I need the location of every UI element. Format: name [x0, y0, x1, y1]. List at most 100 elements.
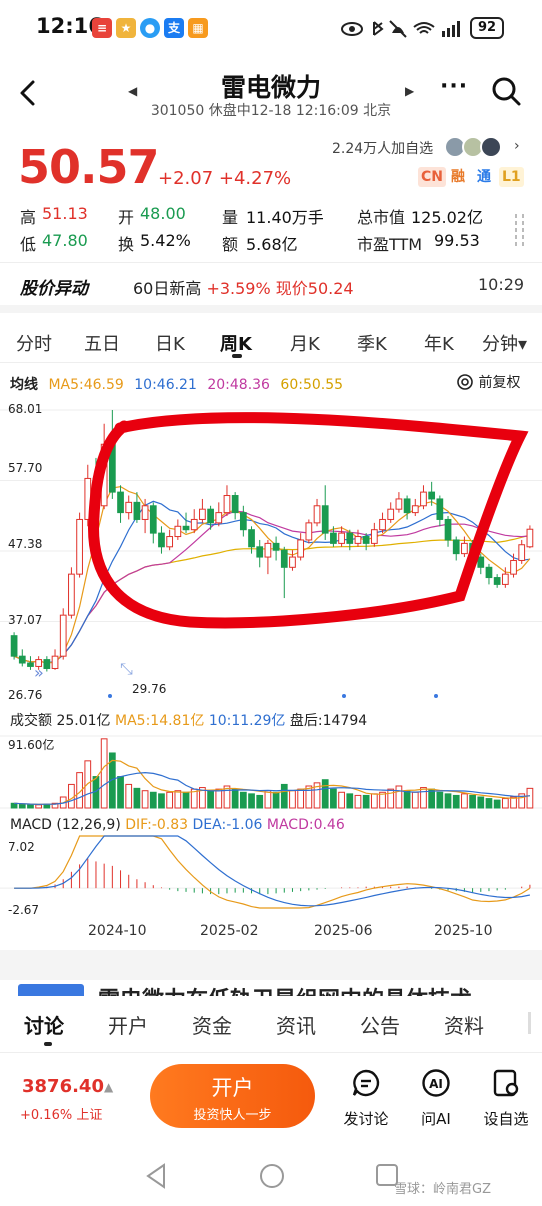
volume-bar	[141, 790, 149, 809]
stat-label: 量	[222, 208, 239, 227]
app-notification-icon: ★	[116, 18, 136, 38]
candle-body	[51, 655, 59, 669]
post-discussion-button[interactable]: 发讨论	[334, 1068, 398, 1129]
x-axis-date: 2025-06	[314, 923, 373, 939]
ma-legend[interactable]: 均线 MA5:46.59 10:46.21 20:48.36 60:50.55	[10, 374, 349, 394]
tab-weekly-k[interactable]: 周K	[220, 330, 252, 356]
candle-body	[280, 549, 288, 568]
volume-bar	[428, 788, 436, 809]
candle-body	[141, 505, 149, 520]
volume-bar	[354, 794, 362, 809]
volume-bar	[321, 779, 329, 809]
ask-ai-button[interactable]: AI 问AI	[404, 1068, 468, 1129]
candle-body	[346, 532, 354, 544]
x-axis-date: 2025-02	[200, 923, 259, 939]
expand-icon: ⤡	[120, 659, 133, 678]
candle-body	[149, 505, 157, 534]
tab-daily-k[interactable]: 日K	[155, 330, 185, 356]
candle-body	[452, 539, 460, 555]
volume-bar	[18, 803, 26, 809]
candle-body	[264, 542, 272, 558]
candle-body	[444, 518, 452, 541]
tag-cn: CN	[418, 167, 446, 187]
tab-five-day[interactable]: 五日	[84, 330, 120, 356]
volume-bar	[411, 791, 419, 809]
candle-body	[436, 498, 444, 520]
macd-dea-line	[14, 835, 531, 907]
volume-bar	[420, 787, 427, 809]
tab-capital[interactable]: 资金	[192, 1010, 232, 1039]
tab-minute-dropdown[interactable]: 分钟▾	[482, 330, 527, 356]
watermark: 雪球：岭南君GZ	[394, 1182, 491, 1197]
volume-ma5: MA5:14.81亿	[115, 713, 205, 729]
stat-open-value: 48.00	[140, 204, 186, 223]
volume-bar	[149, 791, 157, 809]
open-account-button[interactable]: 开户 投资快人一步	[150, 1064, 315, 1128]
candle-body	[411, 505, 419, 514]
volume-bar	[477, 796, 485, 809]
volume-bar	[403, 790, 411, 809]
price-axis-label: 68.01	[8, 402, 43, 416]
index-value[interactable]: 3876.40	[22, 1076, 104, 1097]
kline-chart[interactable]: » ⤡	[0, 396, 542, 916]
candle-body	[215, 512, 223, 524]
more-options-icon[interactable]: ···	[440, 74, 468, 99]
active-tab-indicator	[232, 354, 242, 358]
alert-text-prefix: 60日新高	[133, 279, 207, 298]
nav-back-icon[interactable]	[144, 1162, 168, 1190]
ma10-value: 10:46.21	[134, 377, 197, 393]
macd-title: MACD	[10, 817, 52, 833]
macd-legend: MACD (12,26,9) DIF:-0.83 DEA:-1.06 MACD:…	[10, 817, 345, 833]
marker-dot	[108, 694, 112, 698]
tab-yearly-k[interactable]: 年K	[424, 330, 454, 356]
macd-params: (12,26,9)	[56, 817, 121, 833]
ma20-value: 20:48.36	[207, 377, 270, 393]
tab-open-account[interactable]: 开户	[108, 1010, 148, 1039]
svg-text:AI: AI	[429, 1077, 443, 1091]
candle-body	[428, 491, 436, 500]
alert-title: 股价异动	[20, 279, 88, 299]
search-icon[interactable]	[490, 75, 522, 107]
candle-body	[362, 536, 370, 544]
volume-bar	[493, 799, 501, 809]
candle-body	[379, 518, 386, 531]
candle-body	[239, 512, 247, 531]
expand-stats-icon[interactable]	[512, 210, 528, 250]
add-watchlist-button[interactable]: 设自选	[474, 1068, 538, 1129]
adjust-mode-label: 前复权	[478, 375, 521, 391]
volume-bar	[100, 738, 108, 809]
price-axis-label: 47.38	[8, 537, 43, 551]
follower-count[interactable]: 2.24万人加自选	[332, 138, 433, 158]
tab-news[interactable]: 资讯	[276, 1010, 316, 1039]
open-account-label: 开户	[211, 1076, 254, 1100]
candle-body	[321, 505, 329, 534]
adjust-mode-button[interactable]: 前复权	[456, 372, 520, 392]
candle-body	[256, 546, 264, 558]
news-peek[interactable]: 雷电微力在低轨卫星组网中的具体技术	[0, 980, 542, 996]
ma-title: 均线	[10, 377, 38, 393]
marker-dot	[434, 694, 438, 698]
divider	[0, 1052, 542, 1053]
volume-bar	[461, 793, 468, 809]
alert-text-suffix: 现价50.24	[270, 279, 354, 298]
candle-body	[526, 528, 534, 548]
candle-body	[330, 532, 337, 544]
tag-margin: 融	[448, 167, 468, 187]
candle-body	[420, 491, 427, 507]
volume-bar	[501, 798, 509, 809]
tab-profile[interactable]: 资料	[444, 1010, 484, 1039]
tab-announcements[interactable]: 公告	[360, 1010, 400, 1039]
ma5-value: MA5:46.59	[48, 377, 124, 393]
tab-intraday[interactable]: 分时	[16, 330, 52, 356]
tab-monthly-k[interactable]: 月K	[290, 330, 320, 356]
volume-ma5-line	[14, 759, 531, 805]
chevron-right-icon[interactable]: ›	[514, 138, 520, 154]
next-stock-icon[interactable]: ▶	[405, 84, 414, 98]
settings-icon	[457, 374, 473, 390]
tab-discussion[interactable]: 讨论	[24, 1010, 64, 1039]
news-headline: 雷电微力在低轨卫星组网中的具体技术	[98, 982, 472, 996]
volume-value: 25.01亿	[56, 713, 111, 729]
candle-body	[199, 508, 206, 520]
nav-home-icon[interactable]	[258, 1162, 286, 1190]
tab-quarterly-k[interactable]: 季K	[357, 330, 387, 356]
